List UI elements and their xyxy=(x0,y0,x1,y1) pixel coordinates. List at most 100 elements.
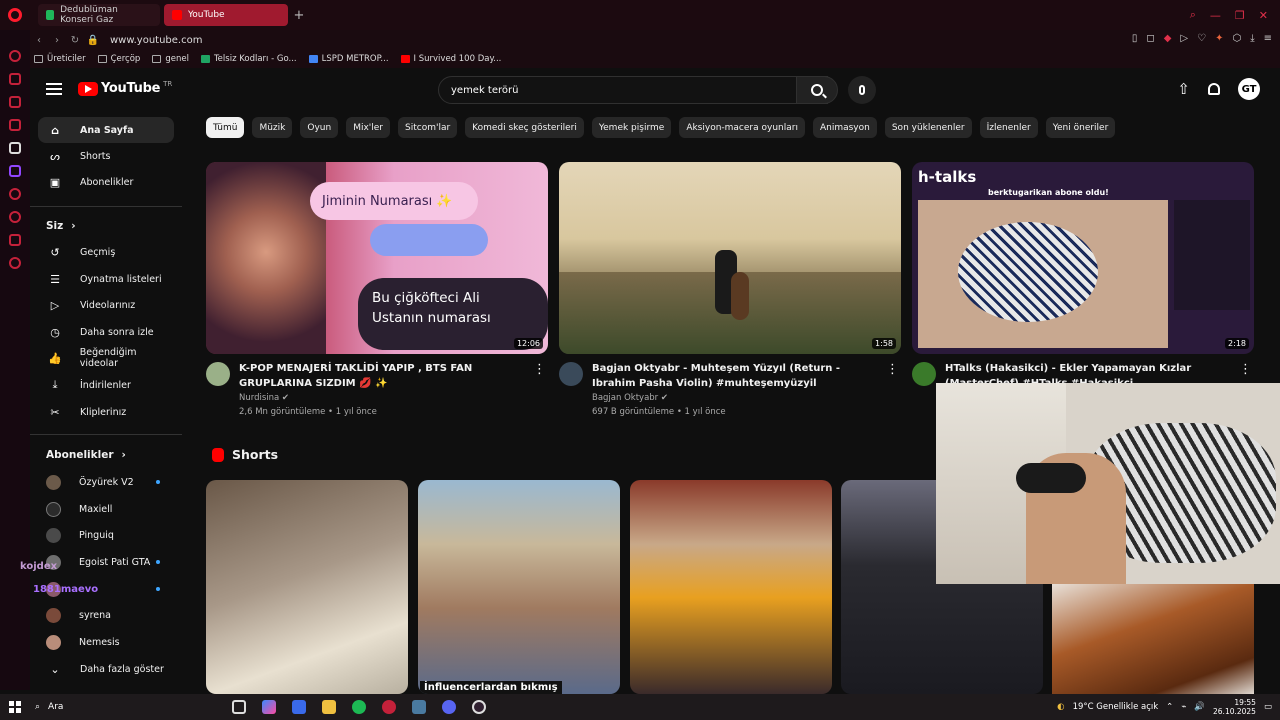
chip[interactable]: Müzik xyxy=(252,117,293,138)
sidebar-item-subscriptions[interactable]: ▣ Abonelikler xyxy=(38,169,174,195)
video-title[interactable]: Bagjan Oktyabr - Muhteşem Yüzyıl (Return… xyxy=(592,362,882,391)
discord-icon[interactable] xyxy=(442,700,456,714)
search-icon[interactable]: ⌕ xyxy=(1190,8,1196,22)
short-card[interactable] xyxy=(206,480,408,694)
video-card[interactable]: h-talks berktugarikan abone oldu! 2:18 H… xyxy=(912,162,1254,391)
subscription-item[interactable]: Maxiell xyxy=(38,496,174,522)
file-explorer-icon[interactable] xyxy=(322,700,336,714)
clock[interactable]: 19:55 26.10.2025 xyxy=(1213,698,1256,716)
short-card[interactable] xyxy=(1052,584,1254,694)
puzzle-icon[interactable]: ⬡ xyxy=(1232,33,1241,44)
chip[interactable]: Yeni öneriler xyxy=(1045,117,1116,138)
avatar[interactable]: GT xyxy=(1238,78,1260,100)
subscription-item[interactable]: Pinguiq xyxy=(38,522,174,548)
download-icon[interactable]: ⤓ xyxy=(1250,33,1254,44)
weather-text[interactable]: 19°C Genellikle açık xyxy=(1073,702,1159,712)
chevron-up-icon[interactable]: ⌃ xyxy=(1166,702,1173,712)
minimize-icon[interactable]: — xyxy=(1210,9,1221,22)
extension-icon[interactable]: ✦ xyxy=(1215,33,1223,44)
channel-avatar[interactable] xyxy=(206,362,230,386)
search-input[interactable]: yemek terörü ✕ xyxy=(438,76,828,104)
sidebar-item-downloads[interactable]: ⤓ İndirilenler xyxy=(38,372,174,398)
more-options-icon[interactable]: ⋮ xyxy=(886,362,899,377)
media-icon[interactable] xyxy=(9,119,21,131)
twitch-icon[interactable] xyxy=(9,165,21,177)
bookmark-item[interactable]: LSPD METROP... xyxy=(308,54,389,64)
opera-icon[interactable] xyxy=(382,700,396,714)
copilot-icon[interactable] xyxy=(262,700,276,714)
chip[interactable]: İzlenenler xyxy=(979,117,1038,138)
bag-icon[interactable] xyxy=(9,73,21,85)
settings-icon[interactable] xyxy=(9,257,21,269)
tab-inactive[interactable]: Dedublüman Konseri Gaz xyxy=(38,4,160,26)
messenger-icon[interactable] xyxy=(9,96,21,108)
channel-avatar[interactable] xyxy=(912,362,936,386)
heart-icon[interactable]: ♡ xyxy=(1197,33,1206,44)
ai-icon[interactable] xyxy=(9,142,21,154)
network-icon[interactable]: ⌁ xyxy=(1181,702,1186,712)
snapshot-icon[interactable]: ◻ xyxy=(1146,33,1154,44)
volume-icon[interactable]: 🔊 xyxy=(1194,702,1205,712)
section-you[interactable]: Siz › xyxy=(46,220,76,232)
task-view-icon[interactable] xyxy=(232,700,246,714)
bookmark-item[interactable]: genel xyxy=(152,54,189,64)
play-icon[interactable]: ▷ xyxy=(1180,33,1188,44)
more-options-icon[interactable]: ⋮ xyxy=(533,362,546,377)
video-card[interactable]: 1:58 Bagjan Oktyabr - Muhteşem Yüzyıl (R… xyxy=(559,162,901,417)
windows-start-icon[interactable] xyxy=(9,701,21,713)
menu-icon[interactable]: ≡ xyxy=(1264,33,1272,44)
sidebar-item-liked[interactable]: 👍 Beğendiğim videolar xyxy=(38,345,174,371)
sidebar-item-playlists[interactable]: ☰ Oynatma listeleri xyxy=(38,266,174,292)
notifications-icon[interactable] xyxy=(1208,83,1220,95)
chip[interactable]: Son yüklenenler xyxy=(884,117,972,138)
obs-icon[interactable] xyxy=(472,700,486,714)
upload-icon[interactable]: ⇧ xyxy=(1177,80,1190,98)
sidebar-item-shorts[interactable]: ᔕ Shorts xyxy=(38,143,174,169)
url-field[interactable]: www.youtube.com xyxy=(110,35,202,46)
chip[interactable]: Yemek pişirme xyxy=(591,117,672,138)
chip[interactable]: Animasyon xyxy=(812,117,877,138)
opera-logo-icon[interactable] xyxy=(0,0,30,30)
video-thumbnail[interactable]: 1:58 xyxy=(559,162,901,354)
subscription-item[interactable]: Egoist Pati GTA xyxy=(38,549,174,575)
video-thumbnail[interactable]: Jiminin Numarası ✨ Bu çiğköfteci Ali Ust… xyxy=(206,162,548,354)
chip[interactable]: Oyun xyxy=(300,117,339,138)
channel-name[interactable]: Nurdisina ✔ xyxy=(239,393,529,403)
bookmark-item[interactable]: I Survived 100 Day... xyxy=(400,54,501,64)
sidebar-item-history[interactable]: ↺ Geçmiş xyxy=(38,239,174,265)
bookmark-icon[interactable]: ▯ xyxy=(1132,33,1138,44)
reload-icon[interactable]: ↻ xyxy=(66,35,84,46)
chip[interactable]: Aksiyon-macera oyunları xyxy=(679,117,805,138)
video-card[interactable]: Jiminin Numarası ✨ Bu çiğköfteci Ali Ust… xyxy=(206,162,548,417)
taskbar-search[interactable]: ⌕ Ara xyxy=(35,702,185,712)
short-card[interactable]: İnfluencerlardan bıkmış xyxy=(418,480,620,694)
forward-icon[interactable]: › xyxy=(48,35,66,46)
subscription-item[interactable]: syrena xyxy=(38,602,174,628)
notifications-icon[interactable]: ▭ xyxy=(1264,702,1272,712)
shield-icon[interactable]: ◆ xyxy=(1164,33,1172,44)
more-options-icon[interactable]: ⋮ xyxy=(1239,362,1252,377)
app-icon[interactable] xyxy=(412,700,426,714)
chip[interactable]: Tümü xyxy=(206,117,245,138)
channel-avatar[interactable] xyxy=(559,362,583,386)
voice-search-button[interactable] xyxy=(848,76,876,104)
subscription-item[interactable]: Nemesis xyxy=(38,629,174,655)
sidebar-item-watch-later[interactable]: ◷ Daha sonra izle xyxy=(38,319,174,345)
extension-icon[interactable] xyxy=(9,234,21,246)
sidebar-item-your-videos[interactable]: ▷ Videolarınız xyxy=(38,292,174,318)
chip[interactable]: Komedi skeç gösterileri xyxy=(465,117,584,138)
chip[interactable]: Mix'ler xyxy=(346,117,390,138)
tab-youtube[interactable]: YouTube xyxy=(164,4,288,26)
back-icon[interactable]: ‹ xyxy=(30,35,48,46)
bookmark-item[interactable]: Telsiz Kodları - Go... xyxy=(200,54,297,64)
store-icon[interactable] xyxy=(292,700,306,714)
bookmark-item[interactable]: Çerçöp xyxy=(97,54,140,64)
close-icon[interactable]: ✕ xyxy=(1259,9,1268,22)
video-thumbnail[interactable]: h-talks berktugarikan abone oldu! 2:18 xyxy=(912,162,1254,354)
bookmark-item[interactable]: Üreticiler xyxy=(34,54,86,64)
sidebar-item-home[interactable]: ⌂ Ana Sayfa xyxy=(38,117,174,143)
short-card[interactable] xyxy=(630,480,832,694)
restore-icon[interactable]: ❐ xyxy=(1235,9,1245,22)
section-subscriptions[interactable]: Abonelikler › xyxy=(46,449,126,461)
new-tab-button[interactable]: + xyxy=(288,4,310,26)
